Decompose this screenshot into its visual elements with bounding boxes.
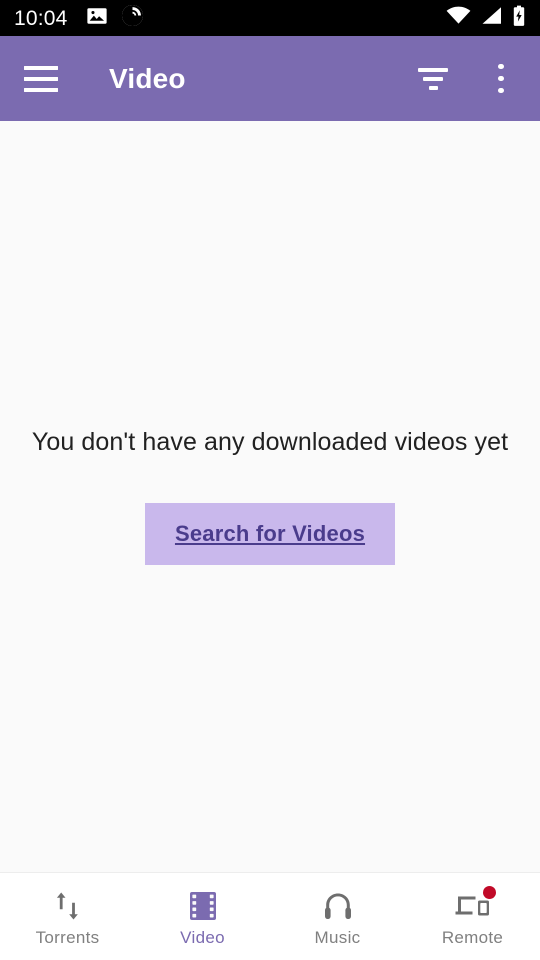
image-icon <box>86 5 108 32</box>
filter-line <box>418 67 448 72</box>
app-screen: 10:04 Video You don't have any downloade… <box>0 0 540 960</box>
overflow-dot <box>498 87 504 94</box>
nav-item-remote[interactable]: Remote <box>405 873 540 960</box>
app-bar-actions <box>412 56 522 102</box>
nav-label-music: Music <box>314 928 361 947</box>
video-list-empty-state: You don't have any downloaded videos yet… <box>0 121 540 960</box>
empty-state-message: You don't have any downloaded videos yet <box>31 428 509 456</box>
nav-label-torrents: Torrents <box>35 928 100 947</box>
nav-item-torrents[interactable]: Torrents <box>0 873 135 960</box>
nav-item-music[interactable]: Music <box>270 873 405 960</box>
filter-line <box>428 85 438 90</box>
search-for-videos-label: Search for Videos <box>174 521 366 546</box>
status-bar-system-icons <box>446 5 526 32</box>
page-title: Video <box>109 62 186 94</box>
notification-badge-dot <box>482 886 496 899</box>
battery-charging-icon <box>512 5 526 32</box>
hamburger-menu-icon[interactable] <box>24 56 70 102</box>
bittorrent-logo-icon <box>121 4 144 32</box>
nav-label-remote: Remote <box>441 928 504 947</box>
overflow-dot <box>498 63 504 70</box>
status-bar-clock: 10:04 <box>14 6 68 30</box>
wifi-icon <box>446 6 471 30</box>
nav-item-video[interactable]: Video <box>135 873 270 960</box>
bottom-navigation-bar: Torrents Video Music Remote <box>0 872 540 960</box>
hamburger-line <box>24 65 58 70</box>
filter-list-icon[interactable] <box>412 56 454 102</box>
cellular-signal-icon <box>481 6 502 30</box>
remote-devices-icon <box>453 886 496 923</box>
filter-line <box>423 76 443 81</box>
hamburger-line <box>24 87 58 92</box>
overflow-dot <box>498 75 504 82</box>
search-for-videos-button[interactable]: Search for Videos <box>144 503 396 565</box>
more-vertical-icon[interactable] <box>480 56 522 102</box>
film-strip-icon <box>183 889 223 923</box>
headphones-icon <box>318 889 358 923</box>
status-bar: 10:04 <box>0 0 540 36</box>
nav-label-video: Video <box>180 928 225 947</box>
status-bar-notification-icons <box>86 4 144 32</box>
transfer-arrows-icon <box>48 889 88 923</box>
hamburger-line <box>24 76 58 81</box>
app-bar: Video <box>0 36 540 121</box>
